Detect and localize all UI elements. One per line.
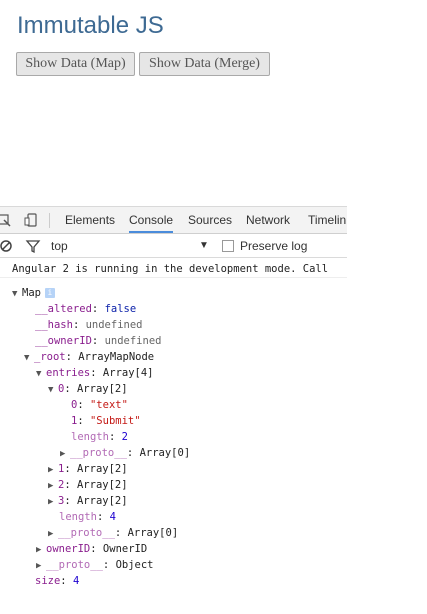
tree-node-entries-length: length: 4 (59, 511, 116, 523)
tree-node-entry-2[interactable]: ▶ 2: Array[2] (48, 477, 128, 493)
collapsed-triangle-icon[interactable]: ▶ (36, 542, 46, 558)
tree-node-altered: __altered: false (35, 303, 137, 315)
toolbar-divider (49, 213, 50, 228)
tree-node-hash: __hash: undefined (35, 319, 143, 331)
tree-node-entries[interactable]: ▼ entries: Array[4] (36, 365, 154, 381)
device-toolbar-icon[interactable] (24, 212, 40, 228)
tab-elements[interactable]: Elements (65, 213, 115, 227)
collapsed-triangle-icon[interactable]: ▶ (36, 558, 46, 574)
expanded-triangle-icon[interactable]: ▼ (48, 382, 58, 398)
tree-node-proto[interactable]: ▶ __proto__: Object (36, 557, 154, 573)
tree-node-ownerid: __ownerID: undefined (35, 335, 162, 347)
console-message: Angular 2 is running in the development … (0, 258, 347, 278)
inspect-element-icon[interactable] (0, 212, 12, 228)
context-select[interactable]: top (51, 239, 68, 253)
collapsed-triangle-icon[interactable]: ▶ (60, 446, 70, 462)
tree-node-size: size: 4 (35, 575, 80, 587)
tab-console[interactable]: Console (129, 213, 174, 233)
tree-node-entry-0-1: 1: "Submit" (71, 415, 141, 427)
page-title: Immutable JS (17, 12, 164, 39)
show-data-map-button[interactable]: Show Data (Map) (16, 52, 135, 76)
collapsed-triangle-icon[interactable]: ▶ (48, 462, 58, 478)
show-data-merge-button[interactable]: Show Data (Merge) (139, 52, 270, 76)
collapsed-triangle-icon[interactable]: ▶ (48, 478, 58, 494)
tree-node-map[interactable]: ▼ Map i (12, 285, 55, 301)
tree-node-entry-0[interactable]: ▼ 0: Array[2] (48, 381, 128, 397)
preserve-log-checkbox[interactable] (222, 240, 234, 252)
expanded-triangle-icon[interactable]: ▼ (24, 350, 34, 366)
devtools-tabbar: Elements Console Sources Network Timelin (0, 206, 347, 234)
tree-node-entry-1[interactable]: ▶ 1: Array[2] (48, 461, 128, 477)
tree-node-entry-3[interactable]: ▶ 3: Array[2] (48, 493, 128, 509)
tab-sources[interactable]: Sources (188, 213, 232, 227)
collapsed-triangle-icon[interactable]: ▶ (48, 526, 58, 542)
console-filterbar: top ▼ Preserve log (0, 234, 347, 258)
tree-node-entry-0-length: length: 2 (71, 431, 128, 443)
expanded-triangle-icon[interactable]: ▼ (12, 286, 22, 302)
devtools-panel: Elements Console Sources Network Timelin… (0, 206, 347, 614)
tree-node-entry-0-0: 0: "text" (71, 399, 128, 411)
tab-timeline[interactable]: Timelin (308, 213, 346, 227)
chevron-down-icon[interactable]: ▼ (199, 240, 209, 251)
tree-node-owner-id[interactable]: ▶ ownerID: OwnerID (36, 541, 147, 557)
collapsed-triangle-icon[interactable]: ▶ (48, 494, 58, 510)
console-output: Angular 2 is running in the development … (0, 258, 347, 614)
preserve-log-label: Preserve log (240, 239, 308, 253)
tab-network[interactable]: Network (246, 213, 290, 227)
tree-node-entries-proto[interactable]: ▶ __proto__: Array[0] (48, 525, 178, 541)
tree-node-entry-0-proto[interactable]: ▶ __proto__: Array[0] (60, 445, 190, 461)
filter-icon[interactable] (25, 238, 41, 254)
clear-console-icon[interactable] (0, 238, 16, 254)
expanded-triangle-icon[interactable]: ▼ (36, 366, 46, 382)
info-icon[interactable]: i (44, 288, 55, 298)
tree-node-root[interactable]: ▼ _root: ArrayMapNode (24, 349, 154, 365)
